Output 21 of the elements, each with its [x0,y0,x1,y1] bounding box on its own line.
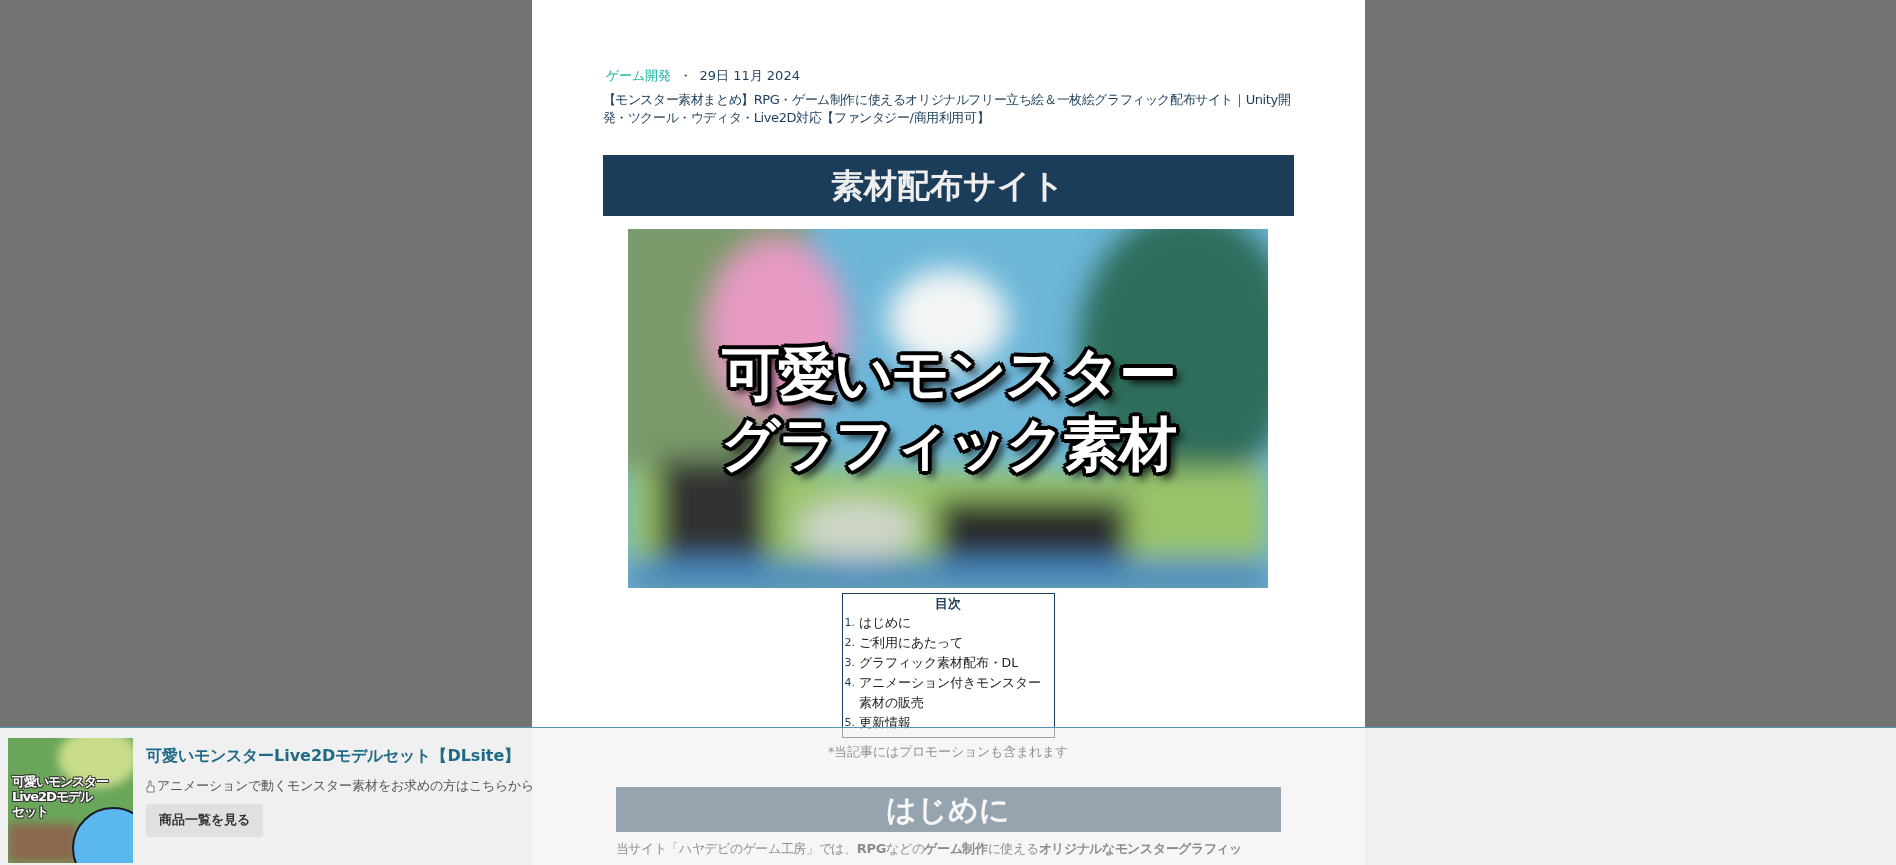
separator: ・ [678,67,692,85]
toc-link[interactable]: 1. はじめに [844,613,1052,633]
promo-description: アニメーションで動くモンスター素材をお求めの方はこちらから [157,777,534,795]
thumbnail-caption: Live2Dモデル [12,789,94,804]
promo-note: *当記事にはプロモーションも含まれます [826,744,1070,761]
intro-paragraph: 当サイト「ハヤデビのゲーム工房」では、RPGなどのゲーム制作に使えるオリジナルなモンスターグラフィッ [615,840,1243,858]
thumbnail-caption: セット [12,804,49,819]
toc-title: 目次 [934,595,962,613]
image-caption: 可愛いモンスター [721,339,1175,409]
section-heading: はじめに [615,787,1281,832]
section-heading: 素材配布サイト [602,155,1294,216]
toc-link[interactable]: 2. ご利用にあたって [844,633,1052,653]
post-title: 【モンスター素材まとめ】RPG・ゲーム制作に使えるオリジナルフリー立ち絵＆一枚絵グラフィック配布サイト｜Unity開発・ツクール・ウディタ・Live2D対応【ファンタジー/商用利用可】 [602,91,1292,127]
toc-link[interactable]: 4. アニメーション付きモンスター素材の販売 [844,673,1052,713]
product-list-button[interactable]: 商品一覧を見る [146,804,263,837]
promo-title-link[interactable]: 可愛いモンスターLive2Dモデルセット【DLsite】 [146,746,521,767]
pointing-hand-icon [146,779,155,793]
thumbnail-caption: 可愛いモンスター [12,774,108,789]
toc-link[interactable]: 3. グラフィック素材配布・DL [844,653,1052,673]
image-caption: グラフィック素材 [721,409,1175,479]
post-date: 29日 11月 2024 [699,67,800,85]
